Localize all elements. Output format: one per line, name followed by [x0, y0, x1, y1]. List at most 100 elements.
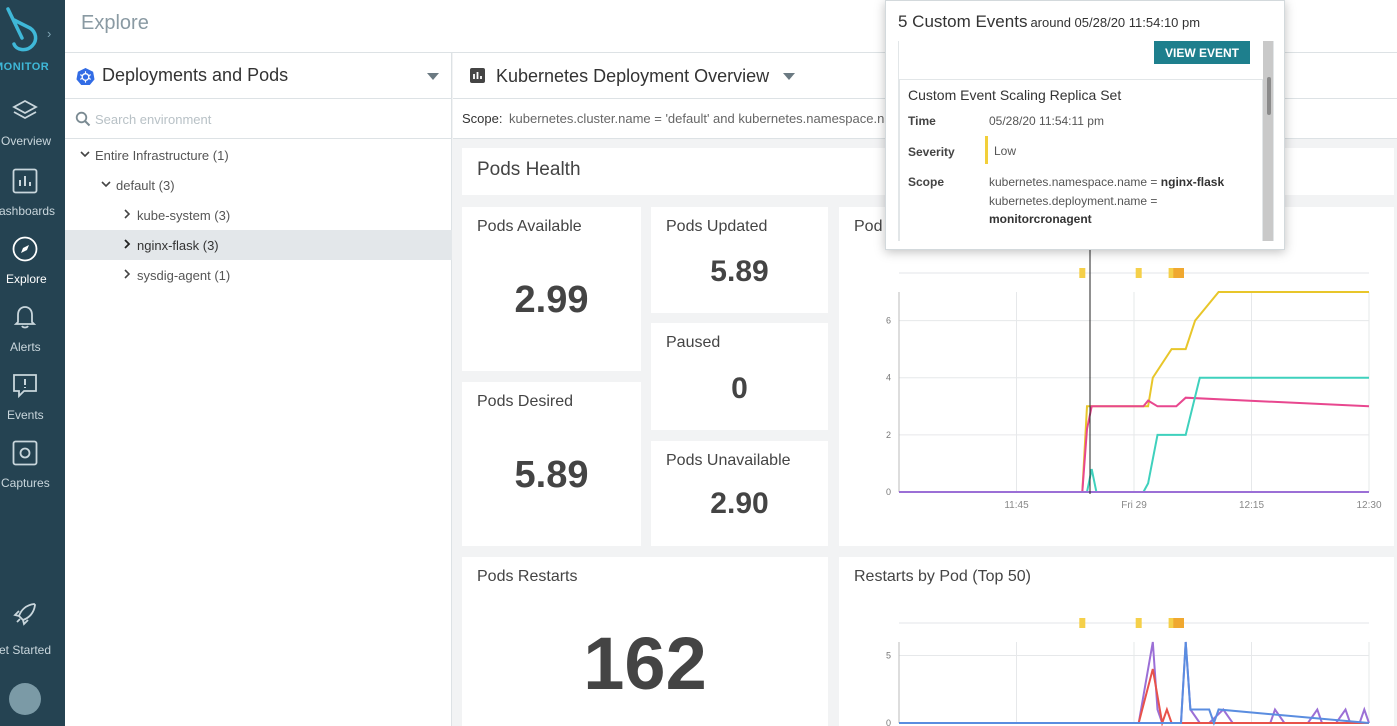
nav-label: Overview [1, 134, 52, 148]
chevron-right-icon[interactable] [121, 268, 133, 280]
chevron-right-icon[interactable] [121, 238, 133, 250]
environment-selector[interactable]: Deployments and Pods [65, 53, 452, 99]
nav-item-dashboards[interactable]: ashboards [0, 168, 65, 228]
tile-value: 162 [583, 622, 707, 705]
nav-item-overview[interactable]: Overview [0, 98, 65, 158]
x-tick-label: 11:45 [1004, 500, 1029, 511]
page-title: Explore [81, 12, 149, 34]
user-avatar[interactable] [9, 683, 41, 715]
nav-item-captures[interactable]: Captures [0, 440, 65, 500]
expand-nav-icon[interactable]: › [47, 26, 51, 41]
nav-item-explore[interactable]: Explore [0, 236, 65, 296]
tile-title: Pods Desired [477, 393, 574, 410]
nav-label: ashboards [0, 204, 56, 218]
y-tick-label: 2 [886, 430, 891, 440]
chevron-down-icon[interactable] [427, 73, 439, 80]
chevron-down-icon[interactable] [783, 73, 795, 80]
x-tick-label: 12:30 [1356, 500, 1381, 511]
event-severity-label: Severity [908, 145, 955, 159]
search-icon [75, 111, 91, 127]
tree-item-label: default (3) [116, 178, 175, 193]
chart-panel-pods[interactable]: Pod 0 2 4 6 11:45 Fri 29 12:15 12:30 [839, 207, 1394, 546]
event-marker [1135, 268, 1142, 278]
overview-icon [12, 99, 38, 120]
event-severity-value: Low [994, 144, 1017, 158]
tile-value: 5.89 [710, 255, 769, 288]
tile-pods-unavailable[interactable]: Pods Unavailable 2.90 [651, 441, 828, 546]
tile-title: Pods Unavailable [666, 452, 791, 469]
y-tick-label: 0 [886, 487, 891, 497]
tile-title: Pods Restarts [477, 568, 578, 585]
popup-scrollbar-thumb[interactable] [1267, 77, 1271, 115]
chevron-right-icon[interactable] [121, 208, 133, 220]
tile-value: 2.90 [710, 487, 769, 520]
environment-search [65, 99, 452, 139]
chart-panel-restarts[interactable]: Restarts by Pod (Top 50) 05 [839, 557, 1394, 726]
chevron-down-icon[interactable] [79, 148, 91, 160]
nav-label: Events [7, 408, 44, 422]
tree-item-sysdig-agent[interactable]: sysdig-agent (1) [65, 260, 452, 290]
event-marker [1079, 268, 1086, 278]
tile-value: 5.89 [514, 454, 589, 496]
environment-selector-label: Deployments and Pods [102, 65, 289, 85]
nav-item-get-started[interactable]: et Started [0, 601, 65, 661]
tile-pods-restarts[interactable]: Pods Restarts 162 [462, 557, 828, 726]
chevron-down-icon[interactable] [100, 178, 112, 190]
severity-indicator [985, 136, 988, 164]
popup-scrollbar[interactable] [1263, 41, 1273, 241]
dashboard-bars-icon [470, 68, 485, 83]
tile-pods-desired[interactable]: Pods Desired 5.89 [462, 382, 641, 546]
scope-label: Scope: [462, 111, 503, 126]
tree-item-label: kube-system (3) [137, 208, 231, 223]
event-time-value: 05/28/20 11:54:11 pm [989, 114, 1104, 128]
event-scope-line3: monitorcronagent [989, 212, 1092, 226]
event-card[interactable]: Custom Event Scaling Replica Set Time 05… [899, 79, 1263, 241]
tree-item-nginx-flask[interactable]: nginx-flask (3) [65, 230, 452, 260]
tree-item-kube-system[interactable]: kube-system (3) [65, 200, 452, 230]
tile-title: Paused [666, 334, 721, 351]
pods-line-chart[interactable]: 0 2 4 6 11:45 Fri 29 12:15 12:30 [839, 207, 1394, 546]
rocket-icon [13, 603, 36, 626]
popup-subtitle: around 05/28/20 11:54:10 pm [1030, 15, 1201, 30]
tile-title: Pods Updated [666, 218, 768, 235]
custom-events-popup[interactable]: 5 Custom Events around 05/28/20 11:54:10 … [885, 0, 1285, 250]
tile-pods-updated[interactable]: Pods Updated 5.89 [651, 207, 828, 313]
tile-value: 0 [731, 372, 748, 405]
search-input[interactable] [95, 109, 435, 129]
nav-item-events[interactable]: Events [0, 372, 65, 432]
event-marker [1178, 268, 1184, 278]
event-marker [1178, 618, 1184, 628]
tree-item-default[interactable]: default (3) [65, 170, 452, 200]
x-tick-label: Fri 29 [1121, 500, 1147, 511]
nav-label: Captures [1, 476, 50, 490]
tile-paused[interactable]: Paused 0 [651, 323, 828, 430]
left-nav: › MONITOR Overview ashboards Explore Ale… [0, 0, 65, 726]
nav-item-alerts[interactable]: Alerts [0, 304, 65, 364]
event-marker [1079, 618, 1086, 628]
tree-item-label: sysdig-agent (1) [137, 268, 231, 283]
scope-val: nginx-flask [1160, 175, 1225, 189]
tile-pods-available[interactable]: Pods Available 2.99 [462, 207, 641, 371]
nav-label: Alerts [10, 340, 41, 354]
event-time-label: Time [908, 114, 936, 128]
popup-title: 5 Custom Events [898, 12, 1028, 31]
y-tick-label: 4 [886, 373, 891, 383]
tile-title: Pods Available [477, 218, 582, 235]
nav-label: et Started [0, 643, 52, 657]
event-scope-label: Scope [908, 175, 945, 189]
events-icon [13, 374, 37, 398]
x-tick-label: 12:15 [1239, 500, 1264, 511]
dashboards-icon [12, 168, 38, 194]
tree-item-label: Entire Infrastructure (1) [95, 148, 229, 163]
view-event-button[interactable]: VIEW EVENT [1154, 41, 1250, 64]
brand-label: MONITOR [0, 61, 50, 73]
restarts-line-chart[interactable]: 05 [839, 557, 1394, 726]
popup-header: 5 Custom Events around 05/28/20 11:54:10 … [898, 12, 1200, 32]
scope-value: kubernetes.cluster.name = 'default' and … [509, 111, 910, 126]
explore-icon [12, 236, 38, 262]
event-list[interactable]: VIEW EVENT Custom Event Scaling Replica … [898, 41, 1274, 241]
tree-item-entire-infrastructure[interactable]: Entire Infrastructure (1) [65, 140, 452, 170]
y-tick-label: 5 [886, 651, 891, 661]
alerts-icon [13, 306, 37, 329]
event-marker [1135, 618, 1142, 628]
